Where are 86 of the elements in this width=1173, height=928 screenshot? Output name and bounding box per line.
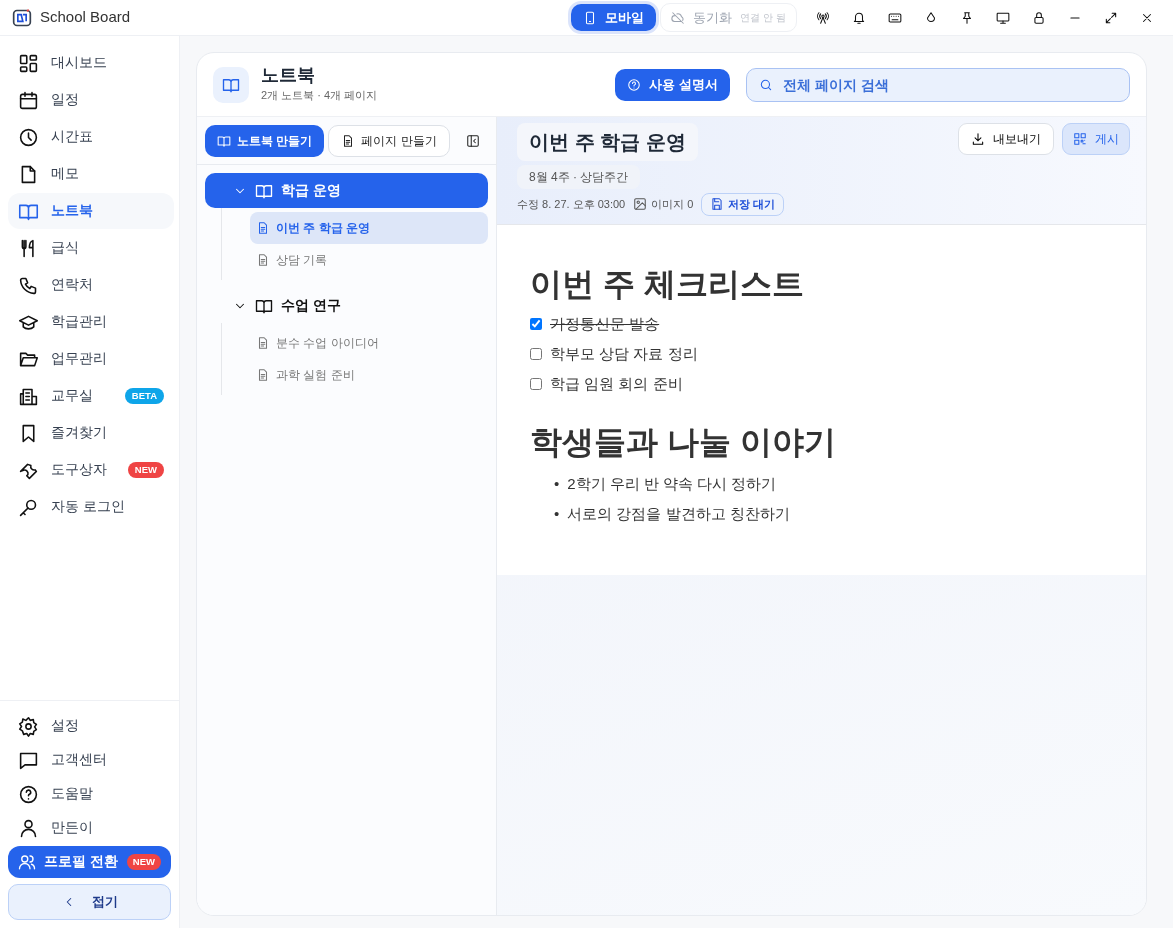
checkbox[interactable] <box>530 347 542 360</box>
sidebar-item[interactable]: 만든이 <box>8 812 174 845</box>
save-icon <box>710 197 725 212</box>
modified-time: 수정 8. 27. 오후 03:00 <box>517 197 626 212</box>
user-guide-button[interactable]: 사용 설명서 <box>615 68 730 101</box>
help-icon <box>18 784 39 805</box>
checkbox[interactable] <box>530 317 542 330</box>
download-icon <box>971 132 985 146</box>
keyboard-icon[interactable] <box>888 10 902 25</box>
user-icon <box>18 818 39 839</box>
search-icon <box>759 77 773 92</box>
maximize-icon[interactable] <box>1104 10 1118 25</box>
page-item[interactable]: 분수 수업 아이디어 <box>250 327 488 359</box>
document-icon <box>256 253 270 267</box>
app-logo-icon <box>12 7 32 28</box>
sidebar-item[interactable]: 연락처 <box>8 267 174 303</box>
bullet-marker: • <box>554 504 560 525</box>
pin-icon[interactable] <box>960 10 974 25</box>
lock-icon[interactable] <box>1032 10 1046 25</box>
cloud-off-icon <box>671 10 686 25</box>
settings-icon <box>18 716 39 737</box>
page-item[interactable]: 상담 기록 <box>250 244 488 276</box>
document-icon <box>256 221 270 235</box>
book-icon <box>217 133 231 148</box>
antenna-icon[interactable] <box>816 10 830 25</box>
notebook-summary: 2개 노트북 · 4개 페이지 <box>261 88 378 104</box>
sidebar-badge: BETA <box>124 387 164 405</box>
checkbox[interactable] <box>530 377 542 390</box>
list-item: 2학기 우리 반 약속 다시 정하기 <box>567 474 777 495</box>
search-field[interactable]: 전체 페이지 검색 <box>746 67 1130 102</box>
sidebar-item[interactable]: 시간표 <box>8 119 174 155</box>
checklist-item[interactable]: 가정통신문 발송 <box>530 308 1114 339</box>
sidebar-item[interactable]: 교무실 BETA <box>8 378 174 414</box>
notebook-icon <box>213 66 249 103</box>
clock-icon <box>18 126 39 148</box>
app-title: School Board <box>40 7 131 28</box>
collapse-button[interactable]: 접기 <box>8 884 171 920</box>
calendar-icon <box>18 89 39 111</box>
sidebar-item[interactable]: 대시보드 <box>8 45 174 81</box>
sidebar-badge: NEW <box>127 461 164 479</box>
collapse-panel-icon[interactable] <box>465 134 480 149</box>
publish-button[interactable]: 게시 <box>1062 123 1130 155</box>
image-count: 이미지 0 <box>651 197 694 212</box>
document-icon <box>256 368 270 382</box>
sidebar-item[interactable]: 즐겨찾기 <box>8 415 174 451</box>
sidebar-item[interactable]: 고객센터 <box>8 744 174 777</box>
sidebar-item[interactable]: 자동 로그인 <box>8 489 174 525</box>
content-heading: 학생들과 나눌 이야기 <box>530 422 837 462</box>
list-item: 서로의 강점을 발견하고 칭찬하기 <box>567 504 790 525</box>
monitor-icon[interactable] <box>996 10 1010 25</box>
sidebar-item[interactable]: 일정 <box>8 82 174 118</box>
checklist-item[interactable]: 학급 임원 회의 준비 <box>530 368 1114 399</box>
checklist-item[interactable]: 학부모 상담 자료 정리 <box>530 338 1114 369</box>
page-heading: 노트북 <box>261 65 316 88</box>
new-page-button[interactable]: 페이지 만들기 <box>328 124 450 157</box>
new-notebook-button[interactable]: 노트북 만들기 <box>205 124 325 157</box>
page-item[interactable]: 이번 주 학급 운영 <box>250 212 488 244</box>
image-icon <box>633 197 648 212</box>
sidebar-item[interactable]: 설정 <box>8 710 174 743</box>
sidebar-item[interactable]: 업무관리 <box>8 341 174 377</box>
profile-switch-button[interactable]: 프로필 전환 NEW <box>8 846 171 878</box>
bullet-marker: • <box>554 474 560 495</box>
save-status: 저장 대기 <box>701 193 785 216</box>
qr-code-icon <box>1073 132 1087 146</box>
mobile-button[interactable]: 모바일 <box>571 3 657 32</box>
page-item[interactable]: 과학 실험 준비 <box>250 359 488 391</box>
sidebar-item[interactable]: 메모 <box>8 156 174 192</box>
export-button[interactable]: 내보내기 <box>958 123 1054 155</box>
users-icon <box>18 853 36 871</box>
new-badge: NEW <box>126 853 161 871</box>
sidebar-item[interactable]: 도움말 <box>8 778 174 811</box>
chat-icon <box>18 750 39 771</box>
notebook-item[interactable]: 수업 연구 <box>205 288 488 323</box>
document-icon <box>256 336 270 350</box>
sidebar-item[interactable]: 급식 <box>8 230 174 266</box>
droplet-icon[interactable] <box>924 10 938 25</box>
notification-icon[interactable] <box>852 10 866 25</box>
sidebar-item[interactable]: 도구상자 NEW <box>8 452 174 488</box>
notebook-item[interactable]: 학급 운영 <box>205 173 488 208</box>
sidebar-item[interactable]: 학급관리 <box>8 304 174 340</box>
help-icon <box>627 77 642 92</box>
page-subtitle: 8월 4주 · 상담주간 <box>517 165 641 189</box>
sidebar-item[interactable]: 노트북 <box>8 193 174 229</box>
content-heading: 이번 주 체크리스트 <box>530 264 805 303</box>
page-title: 이번 주 학급 운영 <box>517 123 698 161</box>
dashboard-icon <box>18 52 39 74</box>
